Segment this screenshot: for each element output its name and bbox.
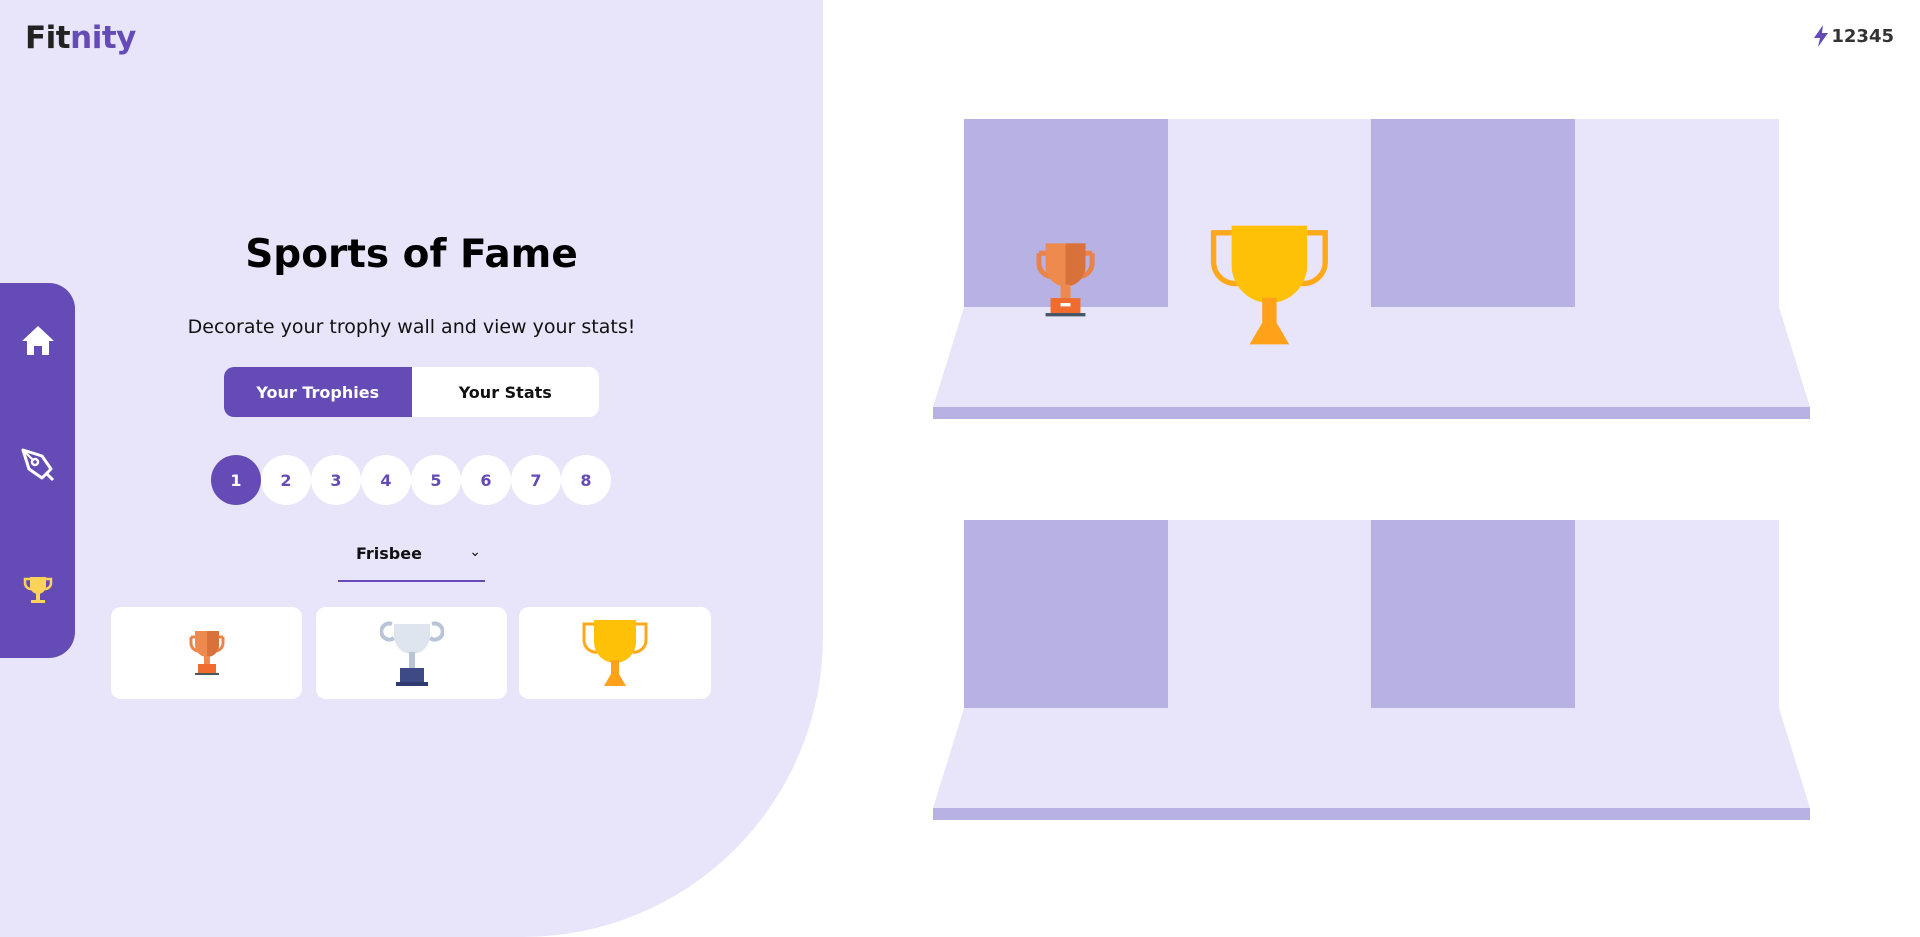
shelf-2[interactable] — [933, 520, 1810, 820]
trophy-wall — [933, 119, 1810, 820]
